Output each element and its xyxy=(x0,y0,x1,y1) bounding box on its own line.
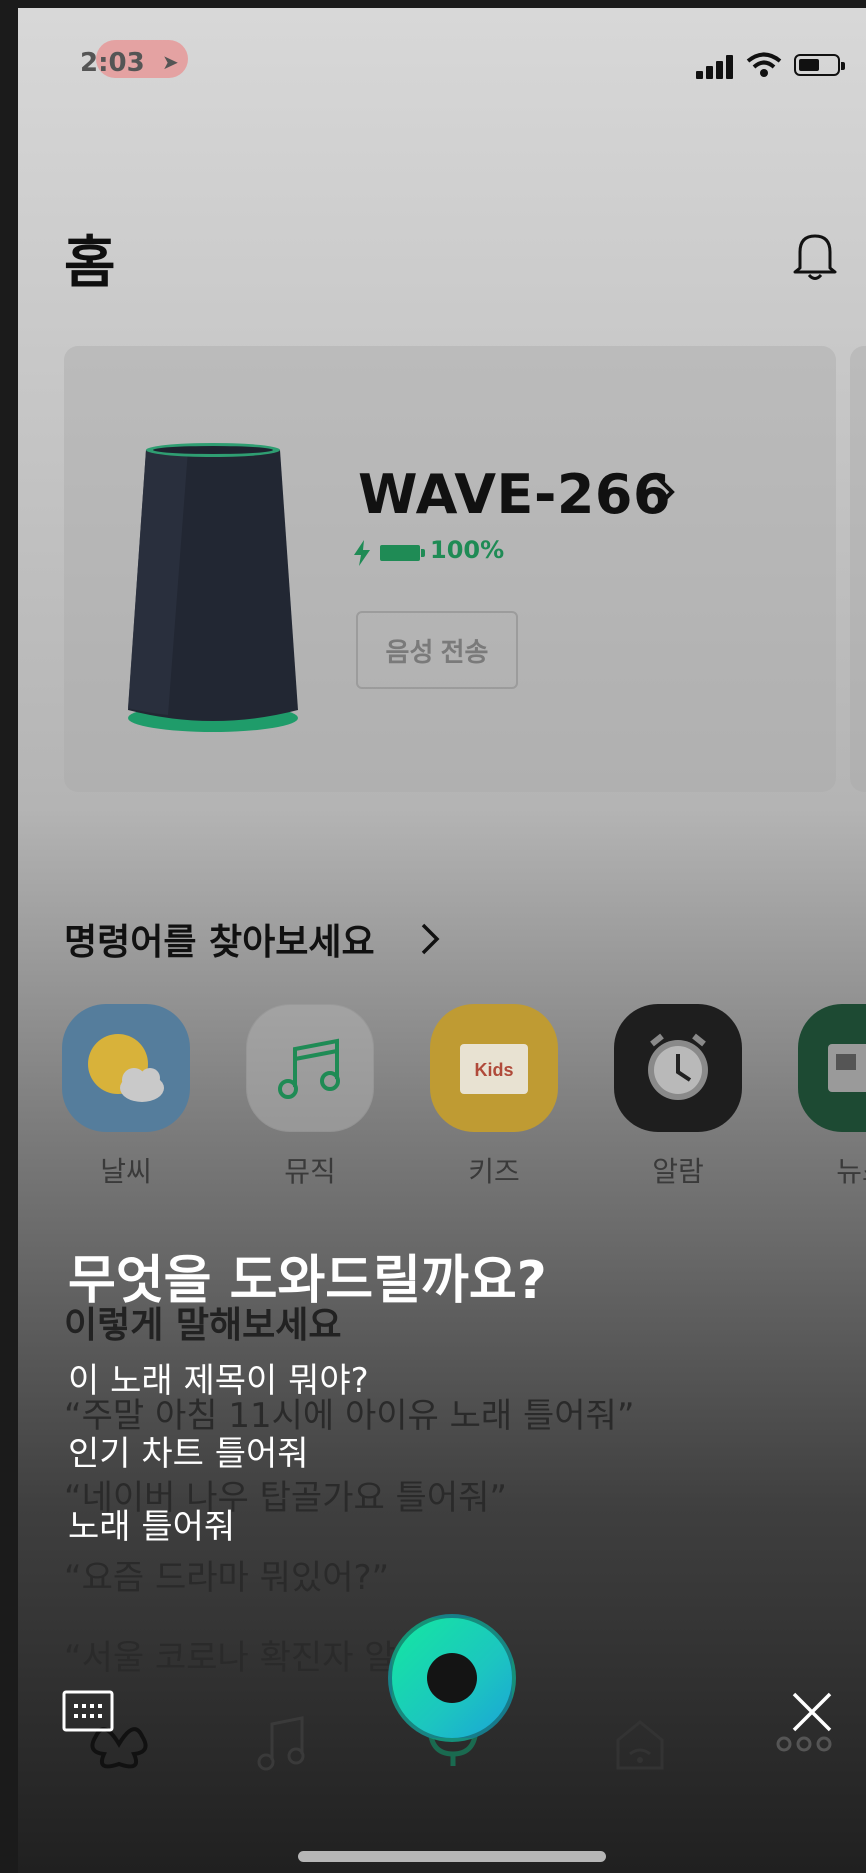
close-icon[interactable] xyxy=(790,1690,834,1738)
category-label: 뮤직 xyxy=(284,1155,336,1188)
suggestion-item[interactable]: 이 노래 제목이 뭐야? xyxy=(68,1353,369,1402)
page-title: 홈 xyxy=(64,231,116,296)
device-name[interactable]: WAVE-266 xyxy=(358,463,671,526)
category-music[interactable] xyxy=(246,1004,374,1132)
category-kids[interactable]: Kids xyxy=(430,1004,558,1132)
commands-title[interactable]: 명령어를 찾아보세요 xyxy=(64,913,375,965)
app-screen: 2:03 ➤ 홈 WAVE-266 100% 음성 전송 명령어를 찾아보세요 xyxy=(18,8,866,1873)
device-battery-icon xyxy=(380,545,425,561)
music-tab-icon xyxy=(252,1714,312,1778)
music-note-icon xyxy=(278,1038,340,1099)
home-indicator[interactable] xyxy=(298,1851,606,1862)
location-icon: ➤ xyxy=(162,50,179,74)
kids-book-icon: Kids xyxy=(460,1044,528,1094)
category-news[interactable] xyxy=(798,1004,866,1132)
battery-percent: 100% xyxy=(430,536,505,564)
suggestion-item[interactable]: 노래 틀어줘 xyxy=(68,1499,235,1548)
chevron-right-icon[interactable] xyxy=(652,472,676,516)
news-icon xyxy=(828,1044,866,1092)
example-phrase: “요즘 드라마 뭐있어?” xyxy=(64,1558,390,1598)
home-device-tab-icon xyxy=(610,1714,670,1778)
svg-text:Kids: Kids xyxy=(474,1060,513,1080)
category-label: 키즈 xyxy=(468,1155,520,1188)
category-label: 뉴스 xyxy=(836,1155,866,1188)
category-label: 알람 xyxy=(652,1155,704,1188)
category-weather[interactable] xyxy=(62,1004,190,1132)
chevron-right-icon[interactable] xyxy=(420,922,440,960)
cellular-signal-icon xyxy=(696,55,736,79)
battery-icon xyxy=(794,54,845,76)
wifi-icon xyxy=(746,52,782,82)
voice-send-button[interactable]: 음성 전송 xyxy=(356,611,518,689)
assistant-prompt: 무엇을 도와드릴까요? xyxy=(68,1251,547,1311)
keyboard-icon[interactable] xyxy=(62,1690,114,1736)
suggestion-item[interactable]: 인기 차트 틀어줘 xyxy=(68,1426,309,1475)
speaker-image xyxy=(118,440,308,744)
notification-bell-icon[interactable] xyxy=(790,228,840,286)
alarm-clock-icon xyxy=(648,1033,708,1100)
category-label: 날씨 xyxy=(100,1155,152,1188)
charging-bolt-icon xyxy=(354,540,370,570)
weather-icon xyxy=(88,1034,164,1102)
category-alarm[interactable] xyxy=(614,1004,742,1132)
status-time: 2:03 xyxy=(80,48,145,78)
next-device-card[interactable] xyxy=(850,346,866,792)
voice-mic-button[interactable] xyxy=(388,1614,516,1742)
